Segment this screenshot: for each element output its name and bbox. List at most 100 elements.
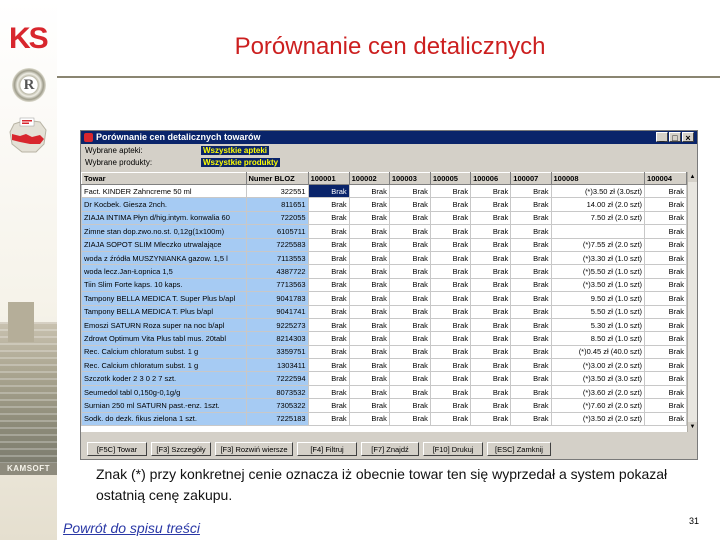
back-to-contents-link[interactable]: Powrót do spisu treści — [63, 520, 200, 536]
price-cell[interactable]: Brak — [510, 197, 552, 212]
price-cell[interactable]: Brak — [644, 384, 687, 400]
price-cell[interactable]: Brak — [307, 411, 350, 427]
price-cell[interactable]: Brak — [348, 291, 390, 306]
price-cell[interactable]: Brak — [644, 197, 687, 212]
price-cell[interactable]: Brak — [348, 210, 390, 226]
price-cell[interactable]: Brak — [388, 291, 431, 306]
price-cell[interactable]: 14.00 zł (2.0 szt) — [550, 197, 646, 212]
price-cell[interactable] — [550, 224, 646, 239]
price-cell[interactable]: Brak — [388, 371, 431, 386]
price-cell[interactable]: Brak — [348, 250, 390, 266]
price-cell[interactable]: Brak — [307, 331, 350, 346]
product-name-cell[interactable]: Emoszi SATURN Roza super na noc b/apl — [81, 317, 247, 333]
price-cell[interactable]: Brak — [307, 398, 350, 413]
price-cell[interactable]: Brak — [348, 398, 390, 413]
filter-products-value[interactable]: Wszystkie produkty — [201, 158, 281, 167]
product-name-cell[interactable]: Dr Kocbek. Giesza 2nch. — [81, 197, 247, 212]
product-name-cell[interactable]: Sodk. do dezk. fikus zielona 1 szt. — [81, 411, 247, 427]
price-cell[interactable]: Brak — [307, 317, 350, 333]
price-cell[interactable]: Brak — [429, 237, 472, 252]
price-cell[interactable]: Brak — [388, 183, 431, 199]
table-row[interactable]: Zdrowt Optimum Vita Plus tabl mus. 20tab… — [81, 331, 687, 346]
table-row[interactable]: Fact. KINDER Zahncreme 50 ml 322551 Brak Br… — [81, 183, 687, 199]
price-cell[interactable]: Brak — [307, 384, 350, 400]
price-cell[interactable]: Brak — [307, 183, 350, 199]
price-cell[interactable]: Brak — [470, 317, 512, 333]
column-header[interactable]: 100007 — [510, 172, 552, 185]
price-cell[interactable]: Brak — [348, 371, 390, 386]
price-cell[interactable]: Brak — [348, 317, 390, 333]
price-cell[interactable]: Brak — [470, 237, 512, 252]
price-cell[interactable]: Brak — [429, 398, 472, 413]
price-cell[interactable]: Brak — [644, 398, 687, 413]
price-cell[interactable]: Brak — [429, 277, 472, 293]
bloz-number-cell[interactable]: 7113553 — [245, 250, 309, 266]
price-cell[interactable]: Brak — [388, 331, 431, 346]
expand-rows-button[interactable]: [F3] Rozwiń wiersze — [215, 442, 293, 456]
price-cell[interactable]: Brak — [388, 398, 431, 413]
maximize-button[interactable]: □ — [669, 132, 681, 143]
price-cell[interactable]: Brak — [510, 264, 552, 279]
price-cell[interactable]: Brak — [470, 304, 512, 319]
column-header[interactable]: 100006 — [470, 172, 512, 185]
price-cell[interactable]: Brak — [307, 277, 350, 293]
product-name-cell[interactable]: Fact. KINDER Zahncreme 50 ml — [81, 183, 247, 199]
bloz-number-cell[interactable]: 722055 — [245, 210, 309, 226]
table-row[interactable]: woda z źródła MUSZYNIANKA gazow. 1,5 l 71… — [81, 250, 687, 266]
bloz-number-cell[interactable]: 7225583 — [245, 237, 309, 252]
product-name-cell[interactable]: woda z źródła MUSZYNIANKA gazow. 1,5 l — [81, 250, 247, 266]
bloz-number-cell[interactable]: 9041783 — [245, 291, 309, 306]
bloz-number-cell[interactable]: 7225183 — [245, 411, 309, 427]
price-cell[interactable]: Brak — [510, 237, 552, 252]
price-cell[interactable]: Brak — [429, 183, 472, 199]
scroll-up-icon[interactable]: ▲ — [688, 172, 697, 182]
price-cell[interactable]: Brak — [388, 411, 431, 427]
price-cell[interactable]: 8.50 zł (1.0 szt) — [550, 331, 646, 346]
price-cell[interactable]: (*)7.55 zł (2.0 szt) — [550, 237, 646, 252]
bloz-number-cell[interactable]: 9041741 — [245, 304, 309, 319]
price-cell[interactable]: Brak — [510, 250, 552, 266]
price-cell[interactable]: Brak — [348, 183, 390, 199]
price-cell[interactable]: Brak — [470, 183, 512, 199]
price-cell[interactable]: Brak — [429, 264, 472, 279]
towar-button[interactable]: [F5C] Towar — [87, 442, 147, 456]
price-cell[interactable]: Brak — [510, 210, 552, 226]
table-row[interactable]: Tiin Slim Forte kaps. 10 kaps. 7713563 Bra… — [81, 277, 687, 293]
bloz-number-cell[interactable]: 8214303 — [245, 331, 309, 346]
price-cell[interactable]: Brak — [470, 250, 512, 266]
price-grid[interactable]: Towar Numer BLOZ 100001 100002 100003 100005 1… — [81, 172, 687, 432]
price-cell[interactable]: Brak — [429, 331, 472, 346]
price-cell[interactable]: Brak — [644, 291, 687, 306]
product-name-cell[interactable]: Tampony BELLA MEDICA T. Plus b/apl — [81, 304, 247, 319]
price-cell[interactable]: Brak — [510, 344, 552, 360]
price-cell[interactable]: (*)3.30 zł (1.0 szt) — [550, 250, 646, 266]
price-cell[interactable]: Brak — [510, 291, 552, 306]
price-cell[interactable]: Brak — [644, 344, 687, 360]
product-name-cell[interactable]: Zimne stan dop.zwo.no.st. 0,12g(1x100m) — [81, 224, 247, 239]
price-cell[interactable]: Brak — [307, 210, 350, 226]
price-cell[interactable]: Brak — [510, 371, 552, 386]
price-cell[interactable]: Brak — [470, 197, 512, 212]
price-cell[interactable]: Brak — [307, 197, 350, 212]
bloz-number-cell[interactable]: 3359751 — [245, 344, 309, 360]
price-cell[interactable]: Brak — [388, 237, 431, 252]
price-cell[interactable]: Brak — [644, 411, 687, 427]
price-cell[interactable]: Brak — [307, 304, 350, 319]
price-cell[interactable]: Brak — [510, 358, 552, 373]
product-name-cell[interactable]: Seumedol tabl 0,150g-0,1g/g — [81, 384, 247, 400]
column-header[interactable]: 100008 — [550, 172, 646, 185]
price-cell[interactable]: (*)3.50 zł (3.0 szt) — [550, 371, 646, 386]
price-cell[interactable]: Brak — [429, 250, 472, 266]
product-name-cell[interactable]: Rec. Calcium chloratum subst. 1 g — [81, 358, 247, 373]
price-cell[interactable]: Brak — [470, 398, 512, 413]
price-cell[interactable]: Brak — [348, 344, 390, 360]
price-cell[interactable]: Brak — [388, 358, 431, 373]
price-cell[interactable]: Brak — [510, 317, 552, 333]
price-cell[interactable]: Brak — [429, 411, 472, 427]
bloz-number-cell[interactable]: 9225273 — [245, 317, 309, 333]
price-cell[interactable]: Brak — [429, 371, 472, 386]
price-cell[interactable]: 5.30 zł (1.0 szt) — [550, 317, 646, 333]
price-cell[interactable]: Brak — [510, 304, 552, 319]
price-cell[interactable]: Brak — [388, 304, 431, 319]
scroll-down-icon[interactable]: ▼ — [688, 422, 697, 432]
